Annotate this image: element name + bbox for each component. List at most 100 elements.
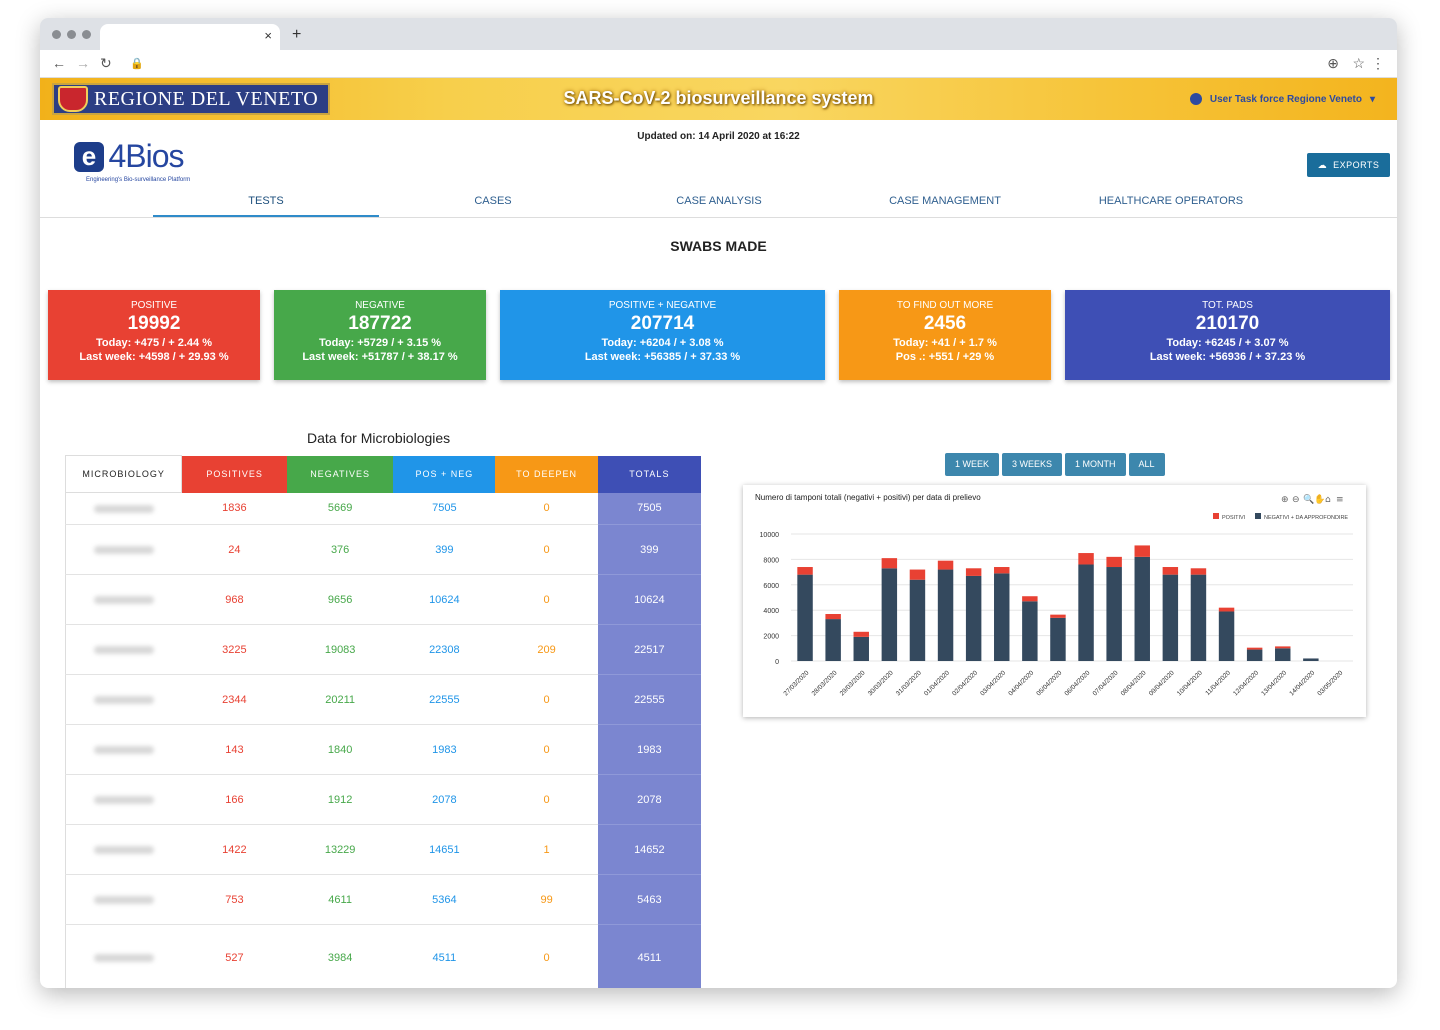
table-cell: 527 [181,924,287,988]
bar-negative [1218,611,1235,661]
legend-label: POSITIVI [1222,515,1246,521]
bar-positive [797,567,813,575]
column-header[interactable]: POS + NEG [393,455,496,493]
bar-negative [965,575,982,661]
microbiology-name [64,824,182,875]
maximize-window-icon[interactable] [82,30,91,39]
bar-positive [853,631,869,637]
bar-negative [994,573,1010,661]
redacted-name [93,895,154,904]
card-value: 19992 [127,313,181,334]
page-header: Updated on: 14 April 2020 at 16:22 e 4Bi… [40,120,1397,218]
table-cell: 166 [181,774,287,825]
x-tick-label: 29/03/2020 [839,669,867,697]
browser-menu-icon[interactable]: ⋮ [1371,55,1385,72]
column-header[interactable]: TOTALS [597,455,701,493]
column-header[interactable]: TO DEEPEN [495,455,598,493]
microbiology-name [64,874,182,925]
microbiology-title: Data for Microbiologies [307,430,451,446]
card-last-week: Last week: +4598 / + 29.93 % [79,351,229,363]
table-row[interactable]: 1836 5669 7505 0 7505 [64,492,701,525]
region-banner: REGIONE DEL VENETO SARS-CoV-2 biosurveil… [40,78,1397,120]
x-tick-label: 30/03/2020 [867,669,895,697]
table-row[interactable]: 968 9656 10624 0 10624 [64,574,701,625]
range-all-button[interactable]: ALL [1128,453,1165,476]
minimize-window-icon[interactable] [67,30,76,39]
close-window-icon[interactable] [52,30,61,39]
close-tab-icon[interactable]: × [264,28,272,43]
reload-icon[interactable]: ↻ [100,55,112,72]
zoom-out-icon[interactable]: ⊖ [1292,495,1300,505]
tab-case-analysis[interactable]: CASE ANALYSIS [606,195,832,207]
card-value: 2456 [923,313,967,334]
x-tick-label: 04/04/2020 [1007,669,1035,697]
redacted-name [93,795,154,804]
tab-tests[interactable]: TESTS [153,195,379,217]
browser-window: × + ← → ↻ 🔒 ⊕ ☆ ⋮ REGIONE DEL VENETO SAR… [40,18,1397,988]
bar-positive [1190,568,1207,575]
card-today: Today: +475 / + 2.44 % [96,337,212,349]
bar-negative [1303,658,1319,661]
tab-cases[interactable]: CASES [380,195,606,207]
table-cell: 4511 [393,924,496,988]
table-cell: 9656 [287,574,394,625]
table-row[interactable]: 143 1840 1983 0 1983 [64,724,701,775]
table-cell: 5463 [597,874,701,925]
table-cell: 1983 [393,724,496,775]
table-row[interactable]: 527 3984 4511 0 4511 [64,924,701,988]
forward-icon[interactable]: → [76,55,90,71]
address-bar[interactable]: ← → ↻ 🔒 ⊕ ☆ ⋮ [40,50,1397,78]
e4bios-tagline: Engineering's Bio-surveillance Platform [86,177,191,183]
table-cell: 399 [597,524,701,575]
exports-button[interactable]: ☁ EXPORTS [1307,153,1390,177]
back-icon[interactable]: ← [52,55,66,71]
new-tab-icon[interactable]: + [292,26,301,44]
card-negative: NEGATIVE 187722 Today: +5729 / + 3.15 % … [274,290,486,380]
table-cell: 20211 [287,674,394,725]
table-row[interactable]: 166 1912 2078 0 2078 [64,774,701,825]
bar-negative [1078,564,1094,661]
zoom-in-icon[interactable]: ⊕ [1281,495,1289,505]
column-header[interactable]: POSITIVES [181,455,287,493]
card-title: NEGATIVE [355,300,405,311]
x-tick-label: 12/04/2020 [1232,669,1260,697]
table-cell: 22555 [393,674,496,725]
cloud-upload-icon: ☁ [1317,159,1328,170]
bookmark-star-icon[interactable]: ☆ [1352,55,1365,72]
user-menu[interactable]: User Task force Regione Veneto ▾ [1189,93,1375,105]
microbiology-name [64,492,182,525]
table-row[interactable]: 2344 20211 22555 0 22555 [64,674,701,725]
table-cell: 0 [495,674,598,725]
range-1-month-button[interactable]: 1 MONTH [1065,453,1126,476]
tab-case-management[interactable]: CASE MANAGEMENT [832,195,1058,207]
bar-negative [1246,649,1263,661]
range-1-week-button[interactable]: 1 WEEK [945,453,1000,476]
home-icon[interactable]: ⌂ [1325,495,1331,505]
table-row[interactable]: 24 376 399 0 399 [64,524,701,575]
table-cell: 209 [495,624,598,675]
lock-icon: 🔒 [130,58,144,70]
table-cell: 22308 [393,624,496,675]
x-tick-label: 28/03/2020 [811,669,839,697]
card-today: Today: +6245 / + 3.07 % [1166,337,1289,349]
column-header[interactable]: NEGATIVES [287,455,394,493]
column-header[interactable]: MICROBIOLOGY [64,455,183,493]
card-title: POSITIVE + NEGATIVE [608,300,717,311]
zoom-select-icon[interactable]: 🔍 [1303,493,1314,505]
table-row[interactable]: 1422 13229 14651 1 14652 [64,824,701,875]
install-icon[interactable]: ⊕ [1327,55,1339,72]
pan-icon[interactable]: ✋ [1314,493,1325,505]
range-3-weeks-button[interactable]: 3 WEEKS [1002,453,1063,476]
table-row[interactable]: 3225 19083 22308 209 22517 [64,624,701,675]
legend-swatch [1255,513,1261,519]
table-cell: 1912 [287,774,394,825]
table-cell: 0 [495,774,598,825]
table-cell: 13229 [287,824,394,875]
card-last-week: Last week: +56385 / + 37.33 % [584,351,741,363]
tab-healthcare-operators[interactable]: HEALTHCARE OPERATORS [1058,195,1284,207]
table-cell: 1983 [597,724,701,775]
table-row[interactable]: 753 4611 5364 99 5463 [64,874,701,925]
menu-icon[interactable]: ≡ [1336,495,1344,505]
browser-tab[interactable]: × [100,24,280,50]
x-tick-label: 08/04/2020 [1120,669,1148,697]
